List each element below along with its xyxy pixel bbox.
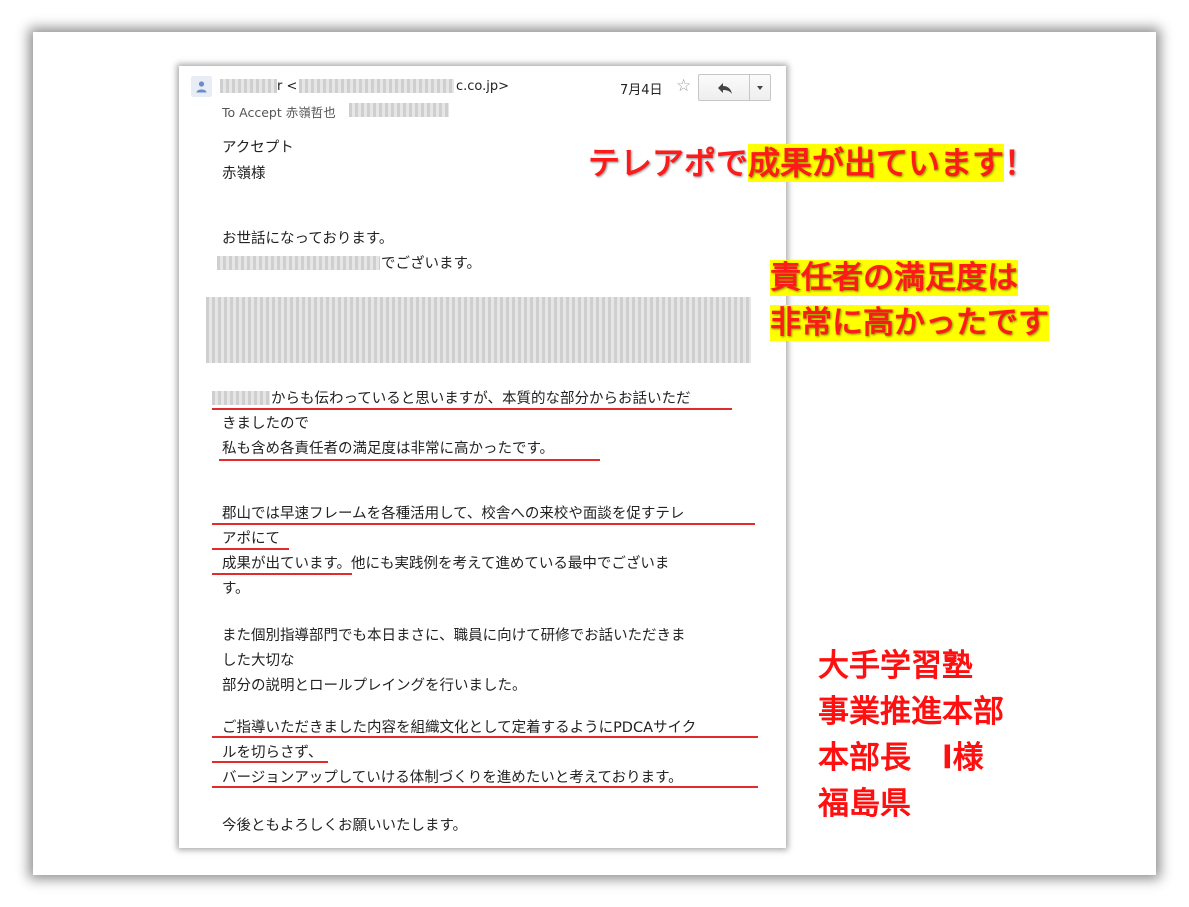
para3-line1: また個別指導部門でも本日まさに、職員に向けて研修でお話いただきま [222,628,686,644]
redacted-sender-org [217,256,380,270]
para2-line2: アポにて [222,531,280,547]
para1-underline-1 [212,408,732,410]
reply-button[interactable] [698,74,750,101]
para2-underline-1 [212,523,755,525]
closing-text: 今後ともよろしくお願いいたします。 [222,818,468,834]
para2-line3: 成果が出ています。他にも実践例を考えて進めている最中でございま [222,556,670,572]
para4-underline-2 [212,761,328,763]
para3-line2: した大切な [222,653,295,669]
more-options-button[interactable] [749,74,771,101]
recipient-name: 赤嶺様 [222,166,266,182]
result-callout-prefix: テレアポで [588,144,749,182]
para4-underline-3 [212,786,758,788]
sender-name-suffix: r < [277,79,298,94]
recipient-company: アクセプト [222,140,294,156]
star-icon[interactable]: ☆ [676,76,691,96]
satisfaction-callout-text-1: 責任者の満足度は [770,260,1018,296]
email-header: r < c.co.jp> 7月4日 ☆ To Accept 赤嶺哲也 [179,66,786,120]
result-callout: テレアポで成果が出ています！ [588,138,1036,184]
sender-avatar[interactable] [191,76,212,97]
person-icon [196,81,207,93]
para2-line1: 郡山では早速フレームを各種活用して、校舎への来校や面談を促すテレ [222,506,685,522]
result-callout-suffix: ！ [1004,144,1037,182]
para2-underline-2 [212,548,289,550]
sender-company: 大手学習塾 [818,648,973,684]
para1-underline-2 [219,459,600,461]
para2-line4: す。 [222,581,250,597]
sender-department: 事業推進本部 [818,694,1004,730]
para2-underline-3 [212,573,352,575]
para1-line3: 私も含め各責任者の満足度は非常に高かったです。 [222,441,555,457]
para4-line2: ルを切らさず、 [222,745,323,761]
para3-line3: 部分の説明とロールプレイングを行いました。 [222,678,527,694]
dropdown-arrow-icon [757,86,763,90]
redacted-recipient-email [349,103,449,117]
para4-underline-1 [212,736,758,738]
para1-line1: からも伝わっていると思いますが、本質的な部分からお話いただ [271,391,691,407]
email-date: 7月4日 [620,83,663,98]
sender-location: 福島県 [818,786,911,822]
result-callout-marked: 成果が出ています [748,144,1005,182]
sender-email-domain: c.co.jp> [456,79,510,94]
satisfaction-callout-line1: 責任者の満足度は [770,252,1018,297]
self-intro-text: でございます。 [381,256,482,272]
redacted-paragraph-block [206,297,751,363]
para1-line2: きましたので [222,416,309,432]
para4-line1: ご指導いただきました内容を組織文化として定着するようにPDCAサイク [222,720,697,736]
redacted-sender-email [299,79,454,93]
redacted-person-name [212,391,270,405]
redacted-sender-name [220,79,277,93]
recipient-line: To Accept 赤嶺哲也 [222,105,336,120]
satisfaction-callout-line2: 非常に高かったです [770,297,1049,342]
sender-title: 本部長 l様 [818,740,984,776]
satisfaction-callout-text-2: 非常に高かったです [770,305,1049,341]
reply-arrow-icon [718,83,732,94]
para4-line3: バージョンアップしていける体制づくりを進めたいと考えております。 [222,770,683,786]
greeting-text: お世話になっております。 [222,231,394,247]
